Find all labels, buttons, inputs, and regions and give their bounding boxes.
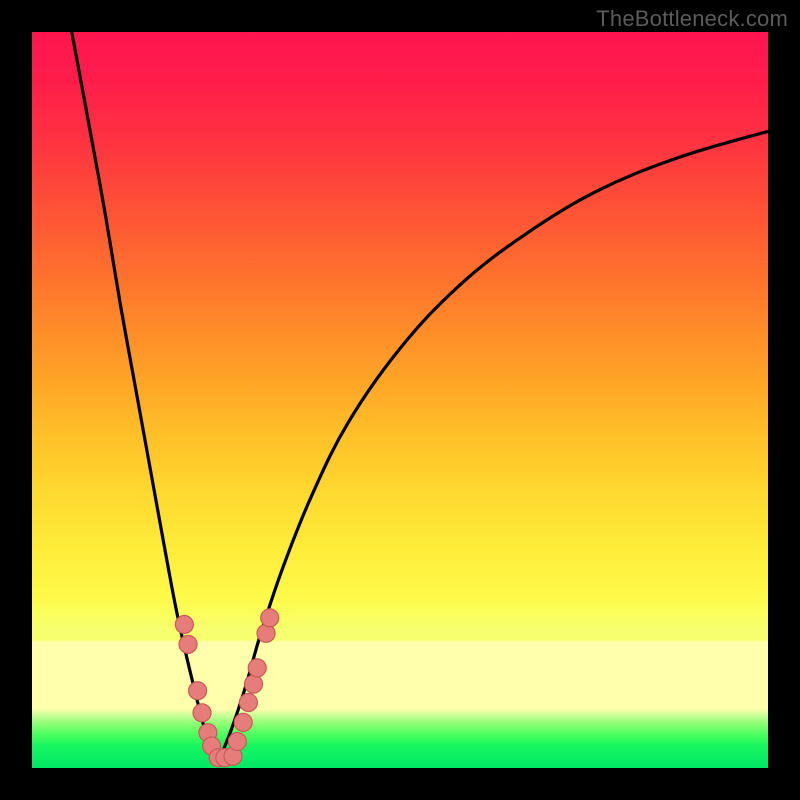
data-point [189, 682, 207, 700]
data-point [193, 704, 211, 722]
data-point [175, 615, 193, 633]
data-point [228, 733, 246, 751]
curve-left-branch [72, 32, 218, 762]
data-point [261, 609, 279, 627]
data-point [234, 713, 252, 731]
watermark-text: TheBottleneck.com [596, 6, 788, 32]
plot-area [32, 32, 768, 768]
data-point [248, 659, 266, 677]
data-point [245, 675, 263, 693]
data-point [239, 694, 257, 712]
chart-frame: TheBottleneck.com [0, 0, 800, 800]
curve-right-branch [218, 131, 768, 762]
chart-svg [32, 32, 768, 768]
data-point [179, 635, 197, 653]
